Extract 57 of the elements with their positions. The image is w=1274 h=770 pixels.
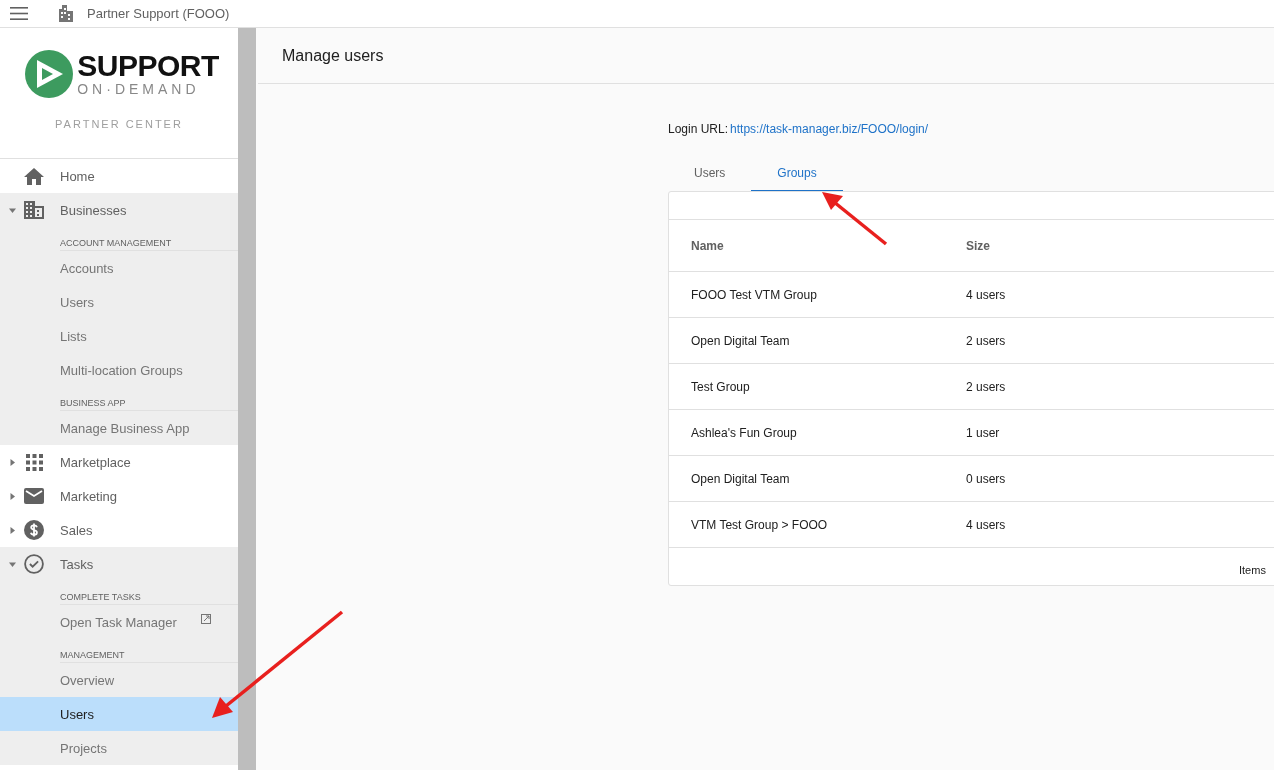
table-cell-text: VTM Test Group > FOOO bbox=[691, 517, 829, 532]
section-heading: COMPLETE TASKS bbox=[60, 592, 141, 602]
nav-item[interactable]: Businesses bbox=[60, 202, 127, 218]
table-cell-text: FOOO Test VTM Group bbox=[691, 287, 818, 302]
caret-icon[interactable] bbox=[8, 526, 16, 534]
caret-icon[interactable] bbox=[8, 560, 16, 568]
table-cell: 1 user bbox=[966, 425, 1000, 440]
nav-item[interactable]: Marketing bbox=[60, 488, 118, 504]
nav-subitem[interactable]: Overview bbox=[0, 663, 238, 697]
nav-subitem[interactable]: Manage Business App bbox=[0, 411, 238, 445]
nav-item[interactable]: Sales bbox=[60, 522, 93, 538]
tab[interactable]: Users bbox=[668, 158, 752, 191]
table-cell: 2 users bbox=[966, 333, 1006, 348]
nav-subitem[interactable]: Lists bbox=[0, 319, 238, 353]
nav-subitem[interactable]: Open Task Manager bbox=[0, 605, 238, 639]
table-cell-text: Ashlea's Fun Group bbox=[691, 425, 798, 440]
partner-center-label: PARTNER CENTER bbox=[55, 118, 183, 130]
grid-icon bbox=[25, 453, 43, 471]
nav-item[interactable]: Tasks bbox=[60, 556, 94, 572]
nav-item[interactable]: Home bbox=[60, 168, 95, 184]
section-heading: BUSINESS APP bbox=[60, 398, 126, 408]
section-heading: ACCOUNT MANAGEMENT bbox=[60, 238, 172, 248]
building-icon bbox=[24, 201, 44, 219]
table-cell-text: Open Digital Team bbox=[691, 471, 791, 486]
table-cell: 4 users bbox=[966, 517, 1006, 532]
scrollbar[interactable] bbox=[238, 28, 256, 770]
nav-subitem[interactable]: Multi-location Groups bbox=[0, 353, 238, 387]
brand-name: SUPPORT bbox=[77, 51, 219, 81]
account-title[interactable]: Partner Support (FOOO) bbox=[87, 6, 230, 21]
section-heading: MANAGEMENT bbox=[60, 650, 125, 660]
table-cell: 0 users bbox=[966, 471, 1006, 486]
login-url-label: Login URL: bbox=[668, 122, 729, 136]
table-cell: 4 users bbox=[966, 287, 1006, 302]
dollar-icon bbox=[24, 520, 44, 540]
nav-subitem[interactable]: Users bbox=[0, 285, 238, 319]
caret-icon[interactable] bbox=[8, 206, 16, 214]
login-url-link[interactable]: https://task-manager.biz/FOOO/login/ bbox=[730, 122, 929, 136]
table-cell-text: Open Digital Team bbox=[691, 333, 791, 348]
caret-icon[interactable] bbox=[8, 492, 16, 500]
page-title: Manage users bbox=[282, 46, 384, 65]
nav-subitem[interactable]: Users bbox=[0, 697, 238, 731]
brand-tagline: ON·DEMAND bbox=[77, 81, 201, 97]
check-circle-icon bbox=[24, 553, 44, 575]
play-logo-icon bbox=[25, 50, 74, 98]
building-icon bbox=[57, 5, 75, 22]
caret-icon[interactable] bbox=[8, 458, 16, 466]
column-header: Size bbox=[966, 238, 990, 253]
table-cell: 2 users bbox=[966, 379, 1006, 394]
nav-item[interactable]: Marketplace bbox=[60, 454, 131, 470]
home-icon bbox=[24, 167, 44, 185]
table-cell-text: Test Group bbox=[691, 379, 751, 394]
nav-subitem[interactable]: Projects bbox=[0, 731, 238, 765]
mail-icon bbox=[24, 488, 44, 504]
items-label: Items bbox=[1239, 564, 1266, 576]
column-header: Name bbox=[691, 238, 725, 253]
nav-subitem[interactable]: Accounts bbox=[0, 251, 238, 285]
menu-icon[interactable] bbox=[10, 7, 28, 20]
